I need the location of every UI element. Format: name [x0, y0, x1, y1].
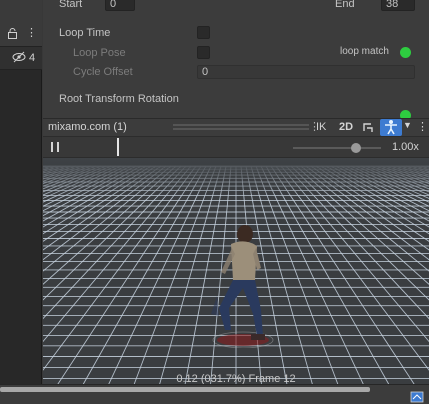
preview-header: mixamo.com (1) ⋮ IK 2D ▼ ⋮: [43, 118, 429, 136]
timeline-playhead[interactable]: [117, 138, 119, 156]
two-d-toggle[interactable]: 2D: [339, 121, 353, 133]
end-value: 38: [386, 0, 399, 10]
start-value: 0: [110, 0, 117, 10]
loop-match-indicator: [400, 47, 411, 58]
speed-slider-thumb[interactable]: [351, 143, 361, 153]
pause-button[interactable]: [51, 142, 59, 152]
character-legs: [219, 280, 263, 336]
end-field[interactable]: 38: [381, 0, 415, 11]
more-menu-icon[interactable]: ⋮: [26, 26, 37, 39]
ik-toggle[interactable]: IK: [316, 121, 326, 133]
avatar-toggle-icon[interactable]: [380, 119, 402, 136]
preview-more-icon[interactable]: ⋮: [417, 120, 428, 133]
character-head: [237, 225, 253, 243]
speed-slider[interactable]: [293, 137, 381, 159]
left-panel-header: ⋮: [0, 0, 42, 46]
loop-match-label: loop match: [340, 46, 389, 57]
cycle-offset-value: 0: [202, 66, 209, 78]
visibility-hidden-icon[interactable]: [12, 51, 26, 66]
pivot-icon[interactable]: [361, 120, 375, 137]
preview-viewport[interactable]: 0.12 (031.7%) Frame 12: [43, 158, 429, 390]
loop-pose-label: Loop Pose: [73, 47, 126, 59]
character-shoe: [251, 334, 265, 340]
cycle-offset-field[interactable]: 0: [197, 65, 415, 79]
preview-title: mixamo.com (1): [48, 121, 127, 133]
speed-value: 1.00x: [392, 141, 419, 153]
loop-time-checkbox[interactable]: [197, 26, 210, 39]
animation-clip-inspector: Start 0 End 38 Loop Time Loop Pose loop …: [43, 0, 429, 121]
lock-icon[interactable]: [7, 28, 18, 42]
end-label: End: [335, 0, 355, 10]
speed-slider-track: [293, 147, 381, 149]
left-panel-toolbar: 4: [0, 46, 42, 70]
visibility-count: 4: [29, 52, 36, 64]
loop-pose-checkbox[interactable]: [197, 46, 210, 59]
preview-drag-bar[interactable]: [173, 124, 309, 126]
cycle-offset-label: Cycle Offset: [73, 66, 133, 78]
start-label: Start: [59, 0, 83, 10]
scrollbar-thumb[interactable]: [0, 387, 370, 392]
timeline-track[interactable]: [65, 137, 289, 159]
loop-time-label: Loop Time: [59, 27, 111, 39]
avatar-dropdown-icon[interactable]: ▼: [403, 120, 412, 130]
character-model: [211, 225, 274, 348]
start-field[interactable]: 0: [105, 0, 135, 11]
bottom-scrollbar[interactable]: [0, 384, 429, 404]
character-torso: [231, 241, 257, 280]
asset-bundle-icon[interactable]: [410, 391, 424, 404]
root-rotation-label: Root Transform Rotation: [59, 93, 179, 105]
preview-timeline-bar: 1.00x: [43, 136, 429, 158]
